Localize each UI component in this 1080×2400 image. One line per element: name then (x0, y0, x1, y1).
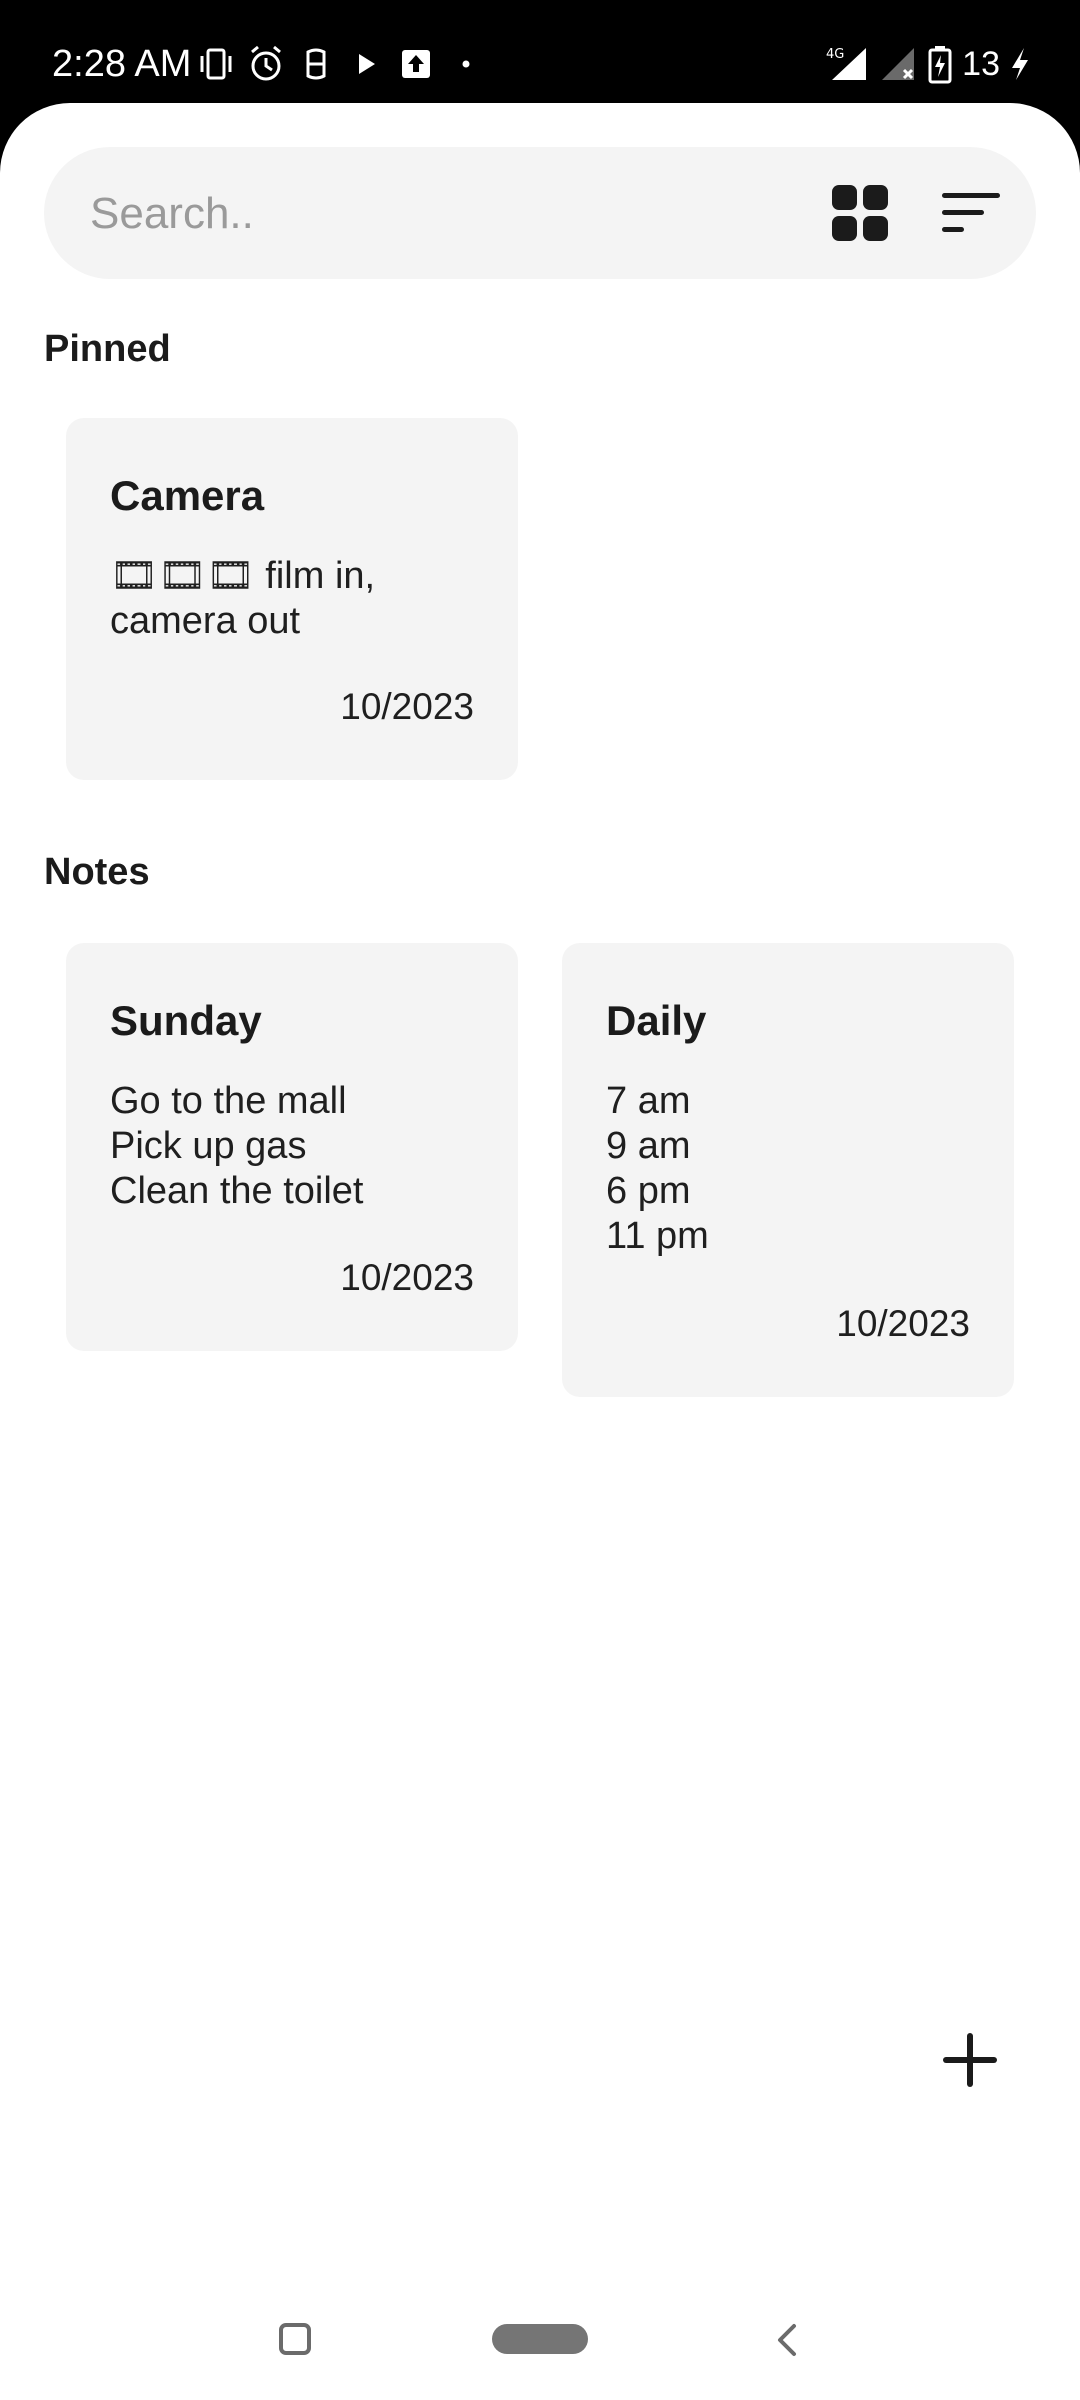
phone-screen: 2:28 AM 4G 13 Search.. Pinned Camera 🎞🎞🎞… (0, 0, 1080, 2400)
note-body: 🎞🎞🎞 film in, camera out (110, 555, 376, 642)
back-icon[interactable] (768, 2320, 804, 2360)
home-pill-icon[interactable] (492, 2324, 588, 2354)
note-date: 10/2023 (340, 1257, 474, 1298)
more-dot-icon (446, 44, 486, 84)
note-date: 10/2023 (836, 1303, 970, 1344)
status-bar: 2:28 AM 4G 13 (0, 0, 1080, 104)
battery-level: 13 (962, 44, 1000, 83)
note-card[interactable]: Sunday Go to the mall Pick up gas Clean … (66, 943, 518, 1351)
play-store-icon (346, 44, 386, 84)
search-input[interactable] (88, 147, 792, 281)
upload-icon (396, 44, 436, 84)
pinned-note-card[interactable]: Camera 🎞🎞🎞 film in, camera out 10/2023 (66, 418, 518, 780)
grid-view-icon[interactable] (830, 183, 890, 243)
add-note-button[interactable] (930, 2020, 1010, 2100)
signal-no-service-icon (878, 44, 918, 84)
note-title: Sunday (110, 997, 262, 1044)
sort-icon[interactable] (940, 187, 1004, 239)
note-body: 7 am 9 am 6 pm 11 pm (606, 1080, 709, 1257)
note-title: Camera (110, 472, 265, 519)
status-system-icons: 4G 13 (818, 42, 1032, 86)
status-notification-icons (196, 44, 496, 84)
charging-bolt-icon (1008, 44, 1032, 84)
recents-icon[interactable] (278, 2322, 312, 2356)
network-label: 4G (826, 47, 844, 62)
alarm-icon (246, 44, 286, 84)
system-nav-bar (0, 2280, 1080, 2400)
vibrate-icon (196, 44, 236, 84)
plus-icon (943, 2033, 997, 2087)
battery-charging-icon (926, 44, 954, 84)
note-title: Daily (606, 997, 707, 1044)
app-notification-icon (296, 44, 336, 84)
search-bar[interactable] (44, 147, 1036, 281)
note-date: 10/2023 (340, 686, 474, 727)
note-body: Go to the mall Pick up gas Clean the toi… (110, 1080, 364, 1212)
signal-4g-icon: 4G (826, 44, 870, 84)
notes-app: Pinned Camera 🎞🎞🎞 film in, camera out 10… (0, 103, 1080, 2400)
status-time: 2:28 AM (52, 43, 192, 85)
notes-heading: Notes (44, 851, 150, 893)
pinned-heading: Pinned (44, 328, 171, 370)
note-card[interactable]: Daily 7 am 9 am 6 pm 11 pm 10/2023 (562, 943, 1014, 1397)
